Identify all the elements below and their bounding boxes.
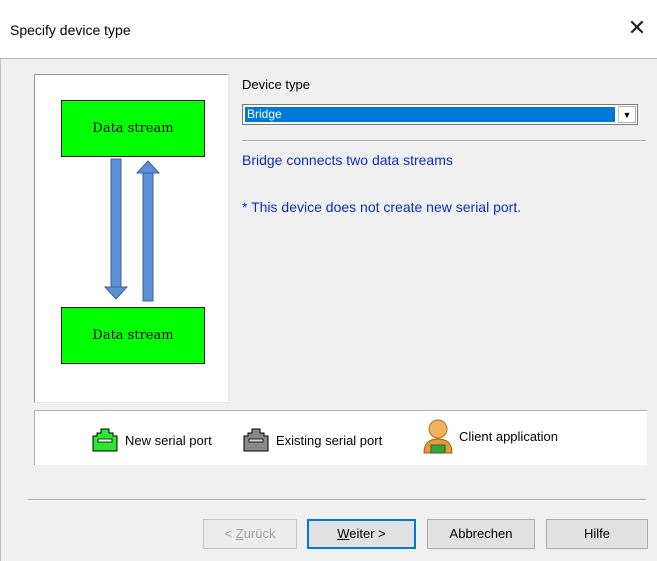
device-type-select[interactable]: Bridge ▼	[242, 104, 638, 125]
new-serial-port-icon	[92, 428, 118, 452]
close-icon[interactable]: ✕	[623, 14, 651, 42]
title-bar: Specify device type ✕	[0, 0, 657, 59]
device-description: Bridge connects two data streams	[242, 152, 453, 168]
device-diagram: Data stream Data stream	[34, 74, 229, 403]
back-button[interactable]: < Zurück	[203, 519, 297, 549]
back-button-prefix: <	[224, 526, 236, 541]
window-edge	[0, 58, 1, 561]
legend-panel: New serial port Existing serial port Cli…	[34, 410, 647, 465]
next-button-mnemonic: W	[337, 526, 350, 541]
footer-divider-highlight	[28, 500, 646, 501]
back-button-rest: urück	[243, 526, 276, 541]
bottom-data-stream-box: Data stream	[61, 307, 205, 364]
existing-serial-port-icon	[243, 428, 269, 452]
legend-client-app-label: Client application	[459, 428, 559, 444]
next-button-rest: eiter >	[349, 526, 386, 541]
next-button[interactable]: Weiter >	[307, 519, 416, 549]
divider-highlight	[242, 141, 646, 142]
device-type-label: Device type	[242, 77, 310, 92]
legend-existing-port-label: Existing serial port	[276, 432, 383, 448]
cancel-button[interactable]: Abbrechen	[427, 519, 535, 549]
back-button-mnemonic: Z	[235, 526, 244, 541]
legend-new-port-label: New serial port	[125, 432, 212, 448]
device-note: * This device does not create new serial…	[242, 199, 522, 215]
device-type-selected-value: Bridge	[245, 107, 615, 122]
legend-client-app: Client application	[421, 417, 558, 455]
client-application-icon	[423, 419, 453, 454]
legend-new-port: New serial port	[89, 427, 212, 453]
dropdown-arrow-icon[interactable]: ▼	[618, 106, 636, 123]
legend-existing-port: Existing serial port	[240, 427, 382, 453]
help-button[interactable]: Hilfe	[546, 519, 648, 549]
window-title: Specify device type	[10, 22, 131, 38]
